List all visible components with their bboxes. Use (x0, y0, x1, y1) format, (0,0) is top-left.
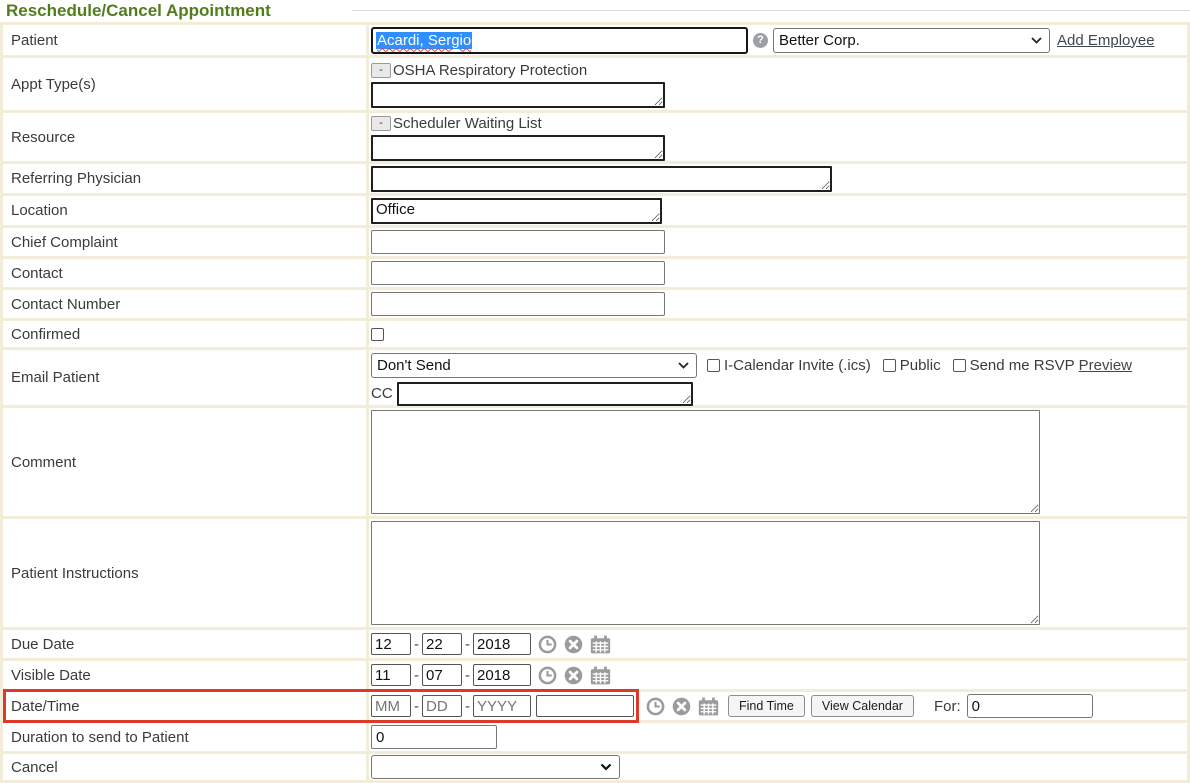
contact-number-input[interactable] (371, 292, 665, 316)
cancel-label: Cancel (3, 754, 366, 780)
appt-type-input[interactable] (371, 82, 665, 108)
remove-appt-type-button[interactable]: - (371, 63, 391, 78)
icalendar-invite-checkbox[interactable] (707, 359, 720, 372)
send-me-rsvp-label: Send me RSVP (970, 357, 1075, 374)
visible-date-day-input[interactable] (422, 664, 462, 686)
legend-rule (352, 10, 1190, 11)
location-label: Location (3, 196, 366, 225)
page-title: Reschedule/Cancel Appointment (6, 1, 281, 21)
for-label: For: (934, 698, 961, 715)
duration-label: Duration to send to Patient (3, 723, 366, 751)
calendar-icon[interactable] (698, 697, 719, 716)
referring-physician-input[interactable] (371, 166, 832, 192)
find-time-button[interactable]: Find Time (728, 695, 805, 717)
email-send-select[interactable]: Don't Send (371, 353, 697, 378)
appointment-form-table: Patient Acardi, Sergio ? Better Corp. Ad… (0, 22, 1190, 783)
row-confirmed: Confirmed (3, 321, 1187, 347)
row-chief-complaint: Chief Complaint (3, 228, 1187, 256)
view-calendar-button[interactable]: View Calendar (811, 695, 914, 717)
clear-date-icon[interactable] (564, 635, 583, 654)
date-time-month-input[interactable] (371, 695, 411, 717)
due-date-day-input[interactable] (422, 633, 462, 655)
help-icon[interactable]: ? (753, 33, 768, 48)
row-appt-type: Appt Type(s) - OSHA Respiratory Protecti… (3, 58, 1187, 110)
duration-input[interactable] (371, 725, 497, 749)
date-time-day-input[interactable] (422, 695, 462, 717)
cancel-select[interactable] (371, 755, 620, 779)
row-referring-physician: Referring Physician (3, 164, 1187, 193)
contact-number-label: Contact Number (3, 290, 366, 318)
appt-type-label: Appt Type(s) (3, 58, 366, 110)
resource-input[interactable] (371, 135, 665, 161)
icalendar-invite-label: I-Calendar Invite (.ics) (724, 357, 871, 374)
comment-input[interactable] (371, 410, 1040, 514)
clock-icon[interactable] (646, 697, 665, 716)
comment-label: Comment (3, 408, 366, 516)
due-date-month-input[interactable] (371, 633, 411, 655)
row-patient-instructions: Patient Instructions (3, 519, 1187, 627)
visible-date-year-input[interactable] (473, 664, 531, 686)
row-location: Location Office (3, 196, 1187, 225)
remove-resource-button[interactable]: - (371, 116, 391, 131)
appt-type-selected-tag: OSHA Respiratory Protection (393, 62, 587, 79)
due-date-label: Due Date (3, 630, 366, 658)
public-label: Public (900, 357, 941, 374)
clock-icon[interactable] (538, 666, 557, 685)
row-comment: Comment (3, 408, 1187, 516)
patient-label: Patient (3, 25, 366, 55)
patient-input[interactable]: Acardi, Sergio (371, 27, 748, 54)
confirmed-label: Confirmed (3, 321, 366, 347)
clear-date-icon[interactable] (564, 666, 583, 685)
row-patient: Patient Acardi, Sergio ? Better Corp. Ad… (3, 25, 1187, 55)
patient-instructions-label: Patient Instructions (3, 519, 366, 627)
row-contact: Contact (3, 259, 1187, 287)
contact-input[interactable] (371, 261, 665, 285)
row-email-patient: Email Patient Don't Send I-Calendar Invi… (3, 350, 1187, 405)
chief-complaint-label: Chief Complaint (3, 228, 366, 256)
for-input[interactable] (967, 694, 1093, 718)
row-contact-number: Contact Number (3, 290, 1187, 318)
due-date-year-input[interactable] (473, 633, 531, 655)
patient-input-selected-text: Acardi, Sergio (376, 32, 472, 49)
row-visible-date: Visible Date - - (3, 661, 1187, 689)
visible-date-label: Visible Date (3, 661, 366, 689)
row-resource: Resource - Scheduler Waiting List (3, 113, 1187, 161)
preview-link[interactable]: Preview (1079, 357, 1132, 374)
calendar-icon[interactable] (590, 666, 611, 685)
chevron-down-icon (600, 763, 612, 771)
referring-physician-label: Referring Physician (3, 164, 366, 193)
resource-label: Resource (3, 113, 366, 161)
date-time-label: Date/Time (3, 692, 366, 720)
cc-input[interactable] (397, 382, 693, 406)
row-date-time: Date/Time - - Find Time View Calendar Fo… (3, 692, 1187, 720)
form-header: Reschedule/Cancel Appointment (0, 0, 1190, 22)
email-patient-label: Email Patient (3, 350, 366, 405)
add-employee-link[interactable]: Add Employee (1057, 32, 1155, 49)
clock-icon[interactable] (538, 635, 557, 654)
send-me-rsvp-checkbox[interactable] (953, 359, 966, 372)
chief-complaint-input[interactable] (371, 230, 665, 254)
chevron-down-icon (1031, 37, 1042, 44)
patient-instructions-input[interactable] (371, 521, 1040, 625)
location-input[interactable]: Office (371, 198, 662, 224)
resource-selected-tag: Scheduler Waiting List (393, 115, 542, 132)
public-checkbox[interactable] (883, 359, 896, 372)
company-select[interactable]: Better Corp. (773, 28, 1050, 53)
row-cancel: Cancel (3, 754, 1187, 780)
date-time-time-input[interactable] (536, 695, 634, 717)
chevron-down-icon (678, 362, 689, 369)
row-due-date: Due Date - - (3, 630, 1187, 658)
contact-label: Contact (3, 259, 366, 287)
row-duration: Duration to send to Patient (3, 723, 1187, 751)
calendar-icon[interactable] (590, 635, 611, 654)
confirmed-checkbox[interactable] (371, 328, 384, 341)
clear-date-icon[interactable] (672, 697, 691, 716)
visible-date-month-input[interactable] (371, 664, 411, 686)
date-time-year-input[interactable] (473, 695, 531, 717)
cc-label: CC (371, 385, 393, 402)
